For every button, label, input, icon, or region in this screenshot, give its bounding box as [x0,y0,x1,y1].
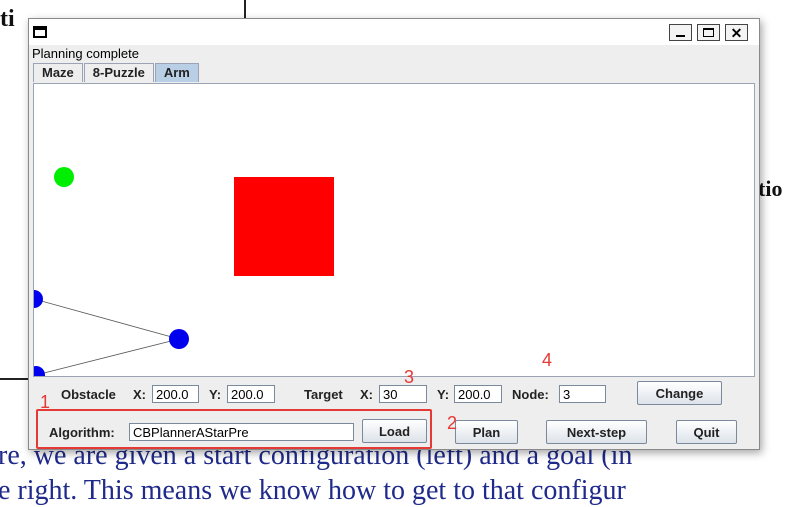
arm-link [34,298,180,340]
background-line [244,0,246,18]
target-x-input[interactable] [379,385,427,403]
goal-circle [54,167,74,187]
minimize-icon [676,35,685,37]
annotation-number: 1 [40,392,51,412]
target-x-label: X: [360,387,373,402]
arm-drawing [34,167,334,376]
maximize-icon [703,28,714,37]
target-y-label: Y: [437,387,450,402]
tab-8-puzzle[interactable]: 8-Puzzle [83,63,154,82]
plan-button[interactable]: Plan [455,420,518,444]
tab-arm[interactable]: Arm [154,63,199,82]
arm-canvas[interactable] [33,83,755,377]
arm-joint [169,329,189,349]
obstacle-x-label: X: [133,387,146,402]
obstacle-x-input[interactable] [152,385,199,403]
tab-maze[interactable]: Maze [33,63,83,82]
obstacle-y-label: Y: [209,387,222,402]
planner-window: ✕ Planning complete Maze 8-Puzzle Arm Ob… [28,18,760,450]
target-y-input[interactable] [454,385,502,403]
background-paragraph-line: e right. This means we know how to get t… [0,475,626,506]
quit-button[interactable]: Quit [676,420,737,444]
obstacle-square [234,177,334,276]
obstacle-label: Obstacle [61,387,116,402]
arm-link [35,338,180,376]
node-input[interactable] [559,385,606,403]
annotation-highlight-box [36,409,432,449]
node-label: Node: [512,387,549,402]
arm-joint [34,366,45,376]
next-step-button[interactable]: Next-step [546,420,647,444]
change-button[interactable]: Change [637,381,722,405]
annotation-number: 2 [447,413,458,433]
background-text-fragment: tio [758,176,783,201]
close-button[interactable]: ✕ [725,24,748,41]
target-label: Target [304,387,343,402]
arm-joint [34,290,43,308]
annotation-number: 4 [542,350,553,370]
maximize-button[interactable] [697,24,720,41]
annotation-number: 3 [404,367,415,387]
status-label: Planning complete [32,46,139,61]
minimize-button[interactable] [669,24,692,41]
tab-bar: Maze 8-Puzzle Arm [33,63,200,83]
title-bar[interactable]: ✕ [29,19,759,45]
window-icon [33,26,47,38]
close-icon: ✕ [730,24,743,41]
background-text-fragment: ti [0,6,15,32]
obstacle-y-input[interactable] [227,385,275,403]
